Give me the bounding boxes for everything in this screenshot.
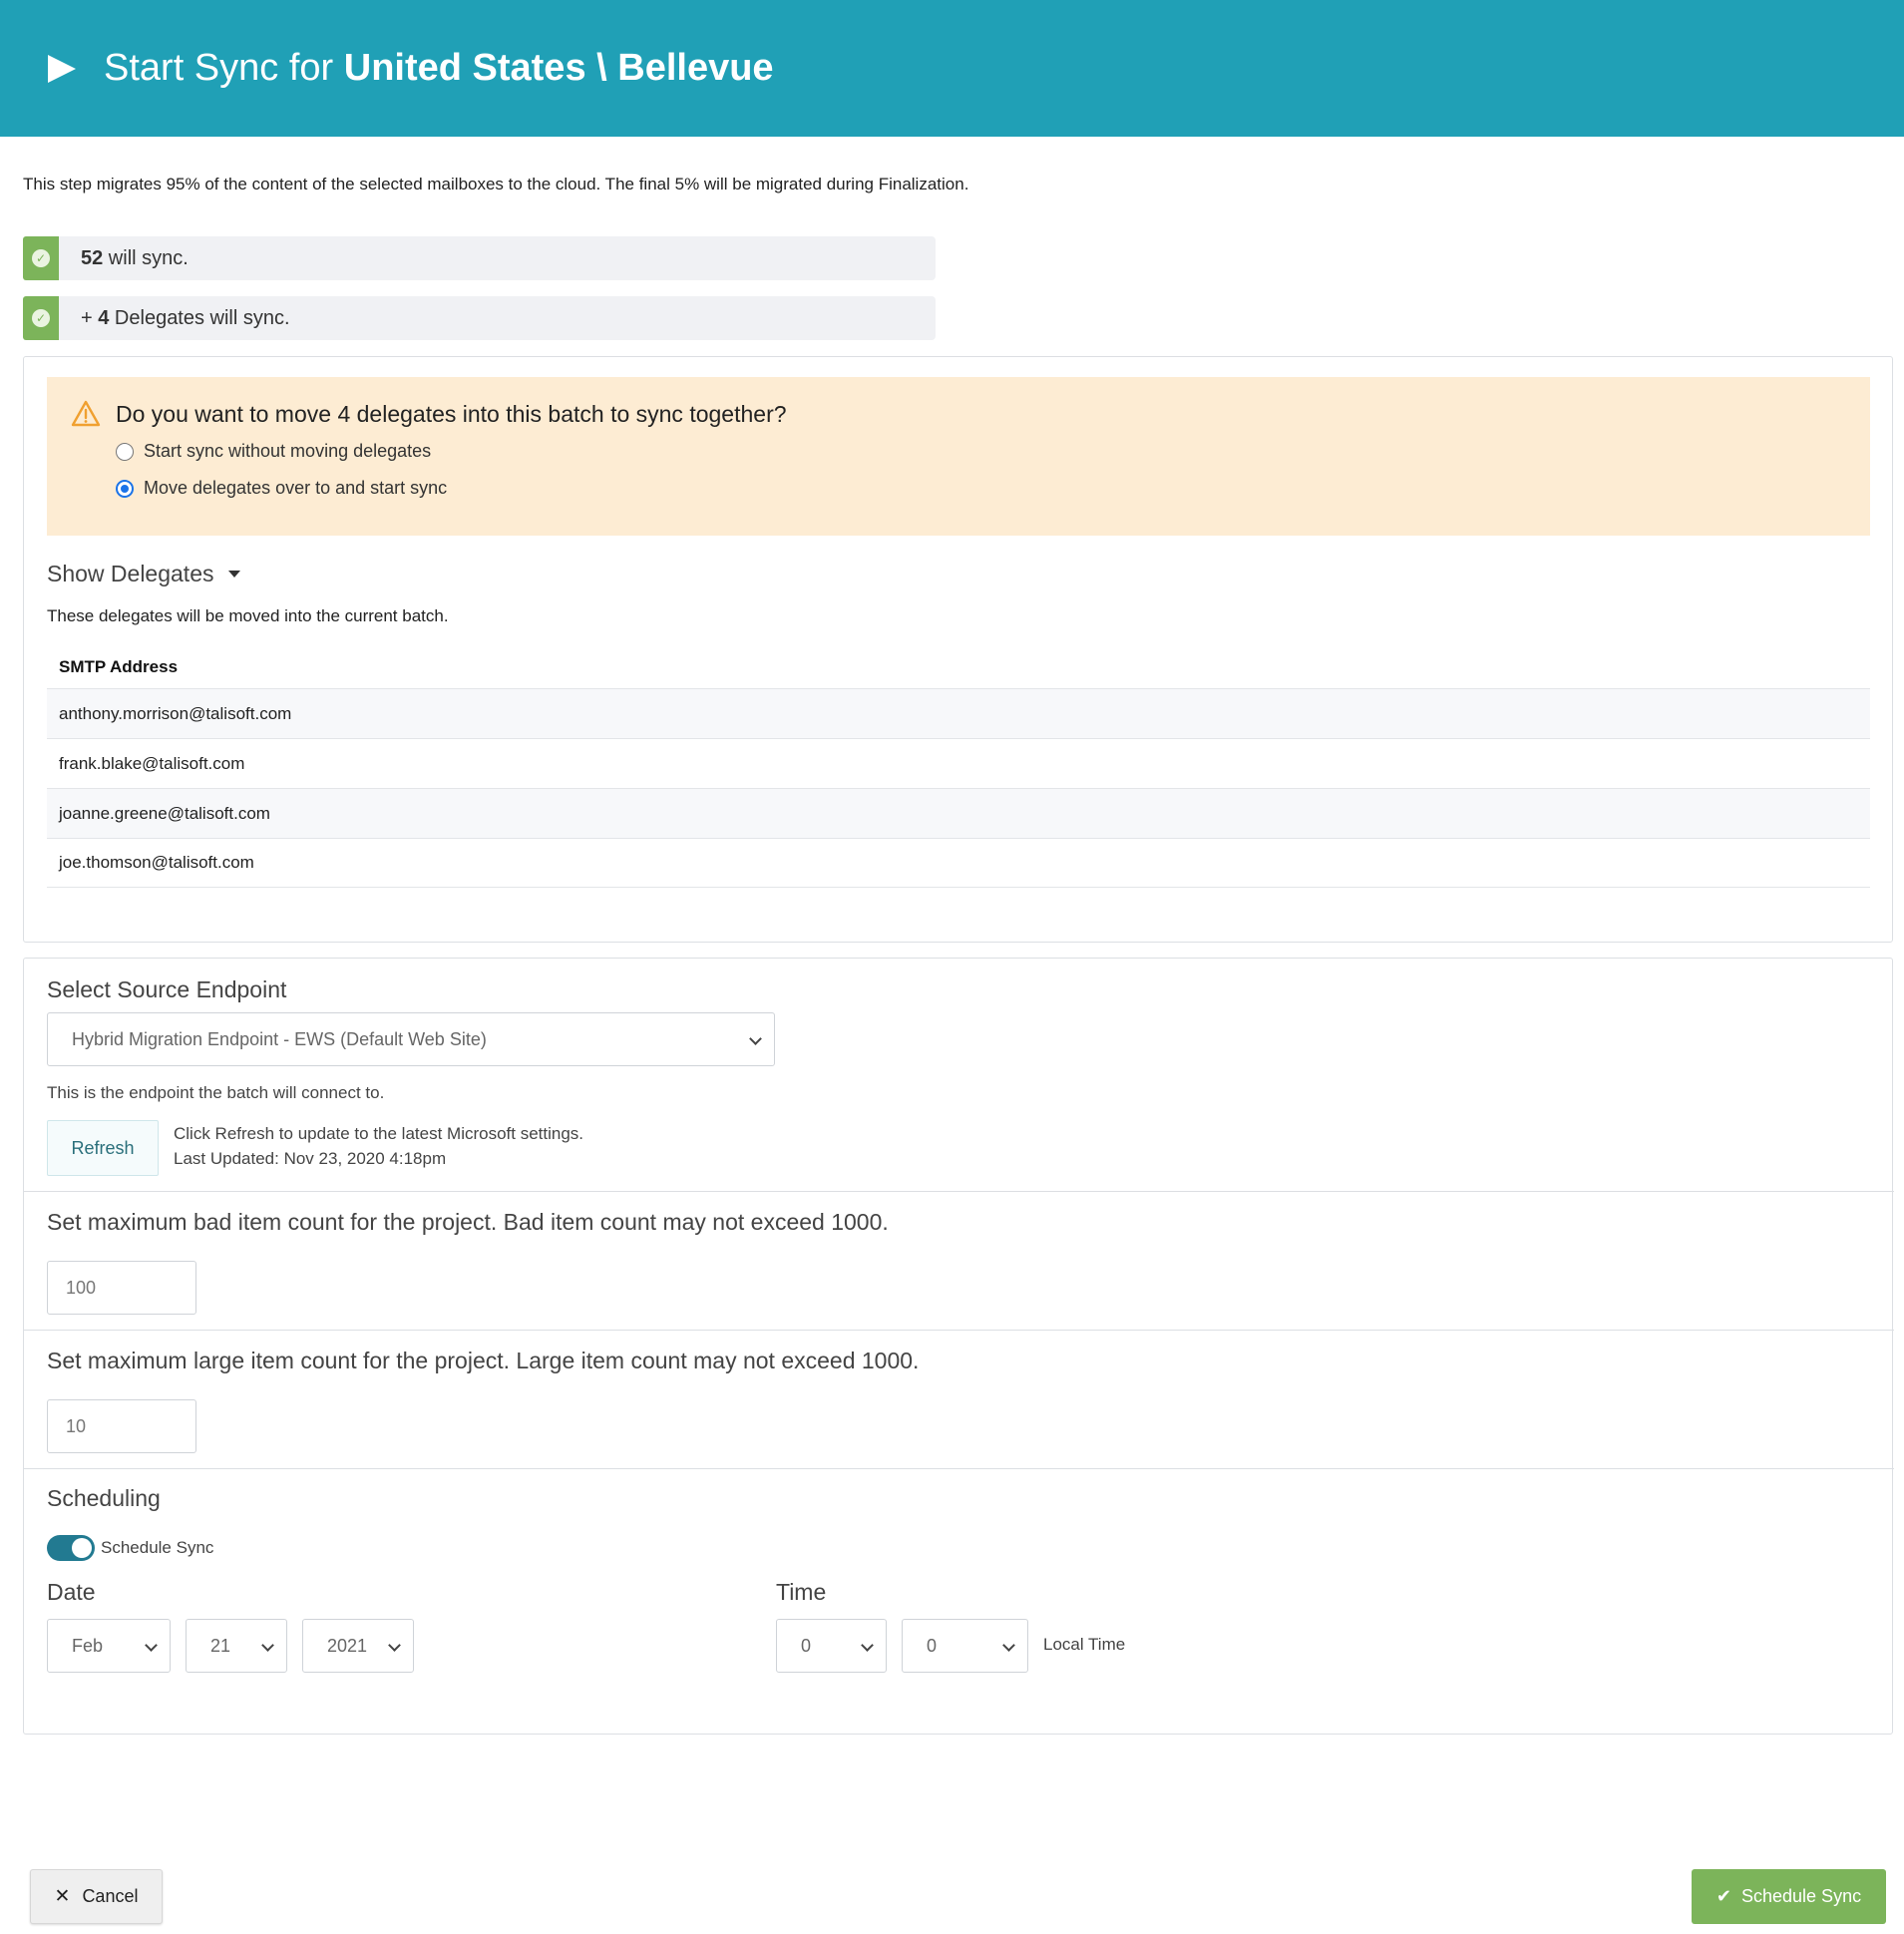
chevron-down-icon [1002, 1639, 1015, 1652]
sync-count-label: will sync. [103, 246, 189, 269]
show-delegates-label: Show Delegates [47, 561, 214, 586]
table-row: joe.thomson@talisoft.com [47, 838, 1870, 888]
large-item-title: Set maximum large item count for the pro… [47, 1348, 920, 1373]
endpoint-title: Select Source Endpoint [47, 976, 287, 1002]
last-updated: Last Updated: Nov 23, 2020 4:18pm [174, 1149, 447, 1168]
day-value: 21 [210, 1635, 231, 1656]
radio-move-delegates[interactable]: Move delegates over to and start sync [116, 478, 447, 499]
divider [24, 1191, 1894, 1192]
radio-button[interactable] [116, 442, 134, 461]
year-value: 2021 [327, 1635, 368, 1656]
chevron-down-icon [261, 1639, 274, 1652]
check-icon: ✔ [1715, 1886, 1731, 1906]
hour-value: 0 [801, 1635, 812, 1656]
chevron-down-icon [388, 1639, 401, 1652]
delegates-count: 4 [98, 306, 110, 329]
large-item-count-input[interactable]: 10 [47, 1399, 196, 1453]
minute-select[interactable]: 0 [902, 1619, 1028, 1673]
minute-value: 0 [927, 1635, 938, 1656]
delegates-table: SMTP Address anthony.morrison@talisoft.c… [47, 646, 1870, 888]
day-select[interactable]: 21 [186, 1619, 287, 1673]
radio-start-without-moving[interactable]: Start sync without moving delegates [116, 441, 431, 462]
month-value: Feb [72, 1635, 104, 1656]
divider [24, 1468, 1894, 1469]
delegates-status: ✓ + 4 Delegates will sync. [23, 296, 936, 340]
page-title-target: United States \ Bellevue [343, 47, 774, 89]
chevron-down-icon [861, 1639, 874, 1652]
delegates-panel: Do you want to move 4 delegates into thi… [23, 356, 1893, 943]
warning-icon [71, 400, 101, 427]
bad-item-count-input[interactable]: 100 [47, 1261, 196, 1315]
schedule-sync-label: Schedule Sync [101, 1538, 214, 1557]
chevron-down-icon [145, 1639, 158, 1652]
close-icon: ✕ [54, 1886, 71, 1907]
caret-down-icon [227, 571, 240, 578]
schedule-sync-button[interactable]: ✔ Schedule Sync [1692, 1869, 1886, 1924]
play-icon [48, 54, 76, 83]
table-row: anthony.morrison@talisoft.com [47, 688, 1870, 738]
settings-panel: Select Source Endpoint Hybrid Migration … [23, 958, 1894, 1735]
endpoint-select[interactable]: Hybrid Migration Endpoint - EWS (Default… [47, 1012, 775, 1066]
schedule-sync-button-label: Schedule Sync [1741, 1886, 1862, 1906]
check-circle-icon: ✓ [23, 236, 59, 280]
delegates-prefix: + [81, 306, 99, 329]
endpoint-selected-value: Hybrid Migration Endpoint - EWS (Default… [72, 1028, 487, 1049]
delegates-warning: Do you want to move 4 delegates into thi… [47, 377, 1870, 536]
bad-item-title: Set maximum bad item count for the proje… [47, 1209, 889, 1235]
page-title: Start Sync for United States \ Bellevue [104, 47, 774, 90]
column-header-smtp: SMTP Address [59, 657, 179, 676]
check-circle-icon: ✓ [23, 296, 59, 340]
table-row: frank.blake@talisoft.com [47, 738, 1870, 788]
show-delegates-toggle[interactable]: Show Delegates [47, 561, 240, 587]
refresh-note: Click Refresh to update to the latest Mi… [174, 1124, 584, 1143]
sync-count-status: ✓ 52 will sync. [23, 236, 936, 280]
cancel-label: Cancel [82, 1886, 139, 1906]
radio-label: Move delegates over to and start sync [144, 478, 448, 498]
scheduling-title: Scheduling [47, 1485, 161, 1511]
refresh-button[interactable]: Refresh [47, 1120, 159, 1176]
cancel-button[interactable]: ✕ Cancel [30, 1869, 163, 1924]
intro-text: This step migrates 95% of the content of… [23, 175, 969, 193]
hour-select[interactable]: 0 [776, 1619, 887, 1673]
date-label: Date [47, 1579, 96, 1605]
divider [24, 1330, 1894, 1331]
chevron-down-icon [749, 1032, 762, 1045]
table-row: joanne.greene@talisoft.com [47, 788, 1870, 838]
sync-count: 52 [81, 246, 104, 269]
endpoint-help: This is the endpoint the batch will conn… [47, 1083, 385, 1102]
timezone-label: Local Time [1043, 1635, 1126, 1654]
page-header: Start Sync for United States \ Bellevue [0, 0, 1904, 137]
delegates-question: Do you want to move 4 delegates into thi… [116, 401, 787, 427]
radio-button-selected[interactable] [116, 479, 134, 498]
schedule-sync-toggle[interactable] [47, 1535, 95, 1561]
time-label: Time [776, 1579, 827, 1605]
delegates-label: Delegates will sync. [109, 306, 290, 329]
radio-label: Start sync without moving delegates [144, 441, 432, 461]
year-select[interactable]: 2021 [302, 1619, 414, 1673]
delegates-note: These delegates will be moved into the c… [47, 606, 449, 625]
page-title-prefix: Start Sync for [104, 47, 344, 89]
month-select[interactable]: Feb [47, 1619, 171, 1673]
